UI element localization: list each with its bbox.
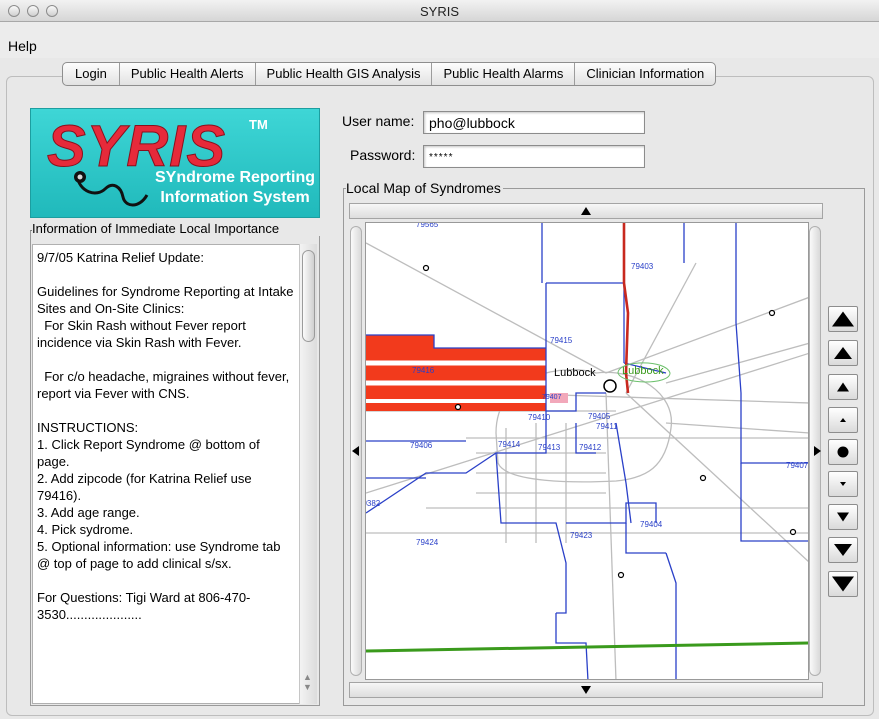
zoom-in-small-button[interactable] [828,407,858,433]
zoom-out-medium-button[interactable] [828,504,858,530]
city-label-black: Lubbock [554,367,596,379]
triangle-up-icon [834,347,852,359]
logo-tagline-2: Information System [160,189,310,206]
menu-help[interactable]: Help [8,38,37,54]
info-scrollbar[interactable]: ▲ ▼ [299,244,317,704]
zoom-in-medium-button[interactable] [828,374,858,400]
zoom-out-large-button[interactable] [828,537,858,563]
triangle-down-icon [834,544,852,556]
zip-label: 79410 [528,413,551,422]
zoom-out-max-button[interactable] [828,571,858,597]
zip-label: 79412 [579,443,602,452]
zoom-out-small-button[interactable] [828,471,858,497]
triangle-up-icon [832,311,854,327]
zip-label: 79407 [542,394,562,401]
window-title: SYRIS [419,4,459,19]
county-line [366,641,808,653]
username-label: User name: [342,113,415,129]
menubar: Help [0,22,879,58]
pan-north-bar[interactable] [349,203,823,219]
hot-area-79416[interactable] [366,335,568,411]
tab-gis-analysis[interactable]: Public Health GIS Analysis [256,63,433,85]
zip-label: 79424 [416,538,439,547]
map-group-legend: Local Map of Syndromes [346,180,503,196]
city-label-green: Lubbock [622,365,664,377]
dot-icon [837,446,849,458]
zip-label: 79403 [631,262,654,271]
pan-south-bar[interactable] [349,682,823,698]
username-input[interactable] [423,111,645,134]
zip-label: 79407 [786,461,809,470]
tab-public-health-alerts[interactable]: Public Health Alerts [120,63,256,85]
triangle-down-icon [832,576,854,592]
pan-left-icon[interactable] [352,446,359,456]
tab-clinician-information[interactable]: Clinician Information [575,63,715,85]
info-text-area[interactable]: 9/7/05 Katrina Relief Update: Guidelines… [32,244,300,704]
zoom-reset-button[interactable] [828,439,858,465]
map-canvas[interactable]: Lubbock Lubbock 79565 79403 79415 79416 … [366,223,809,680]
tab-public-health-alarms[interactable]: Public Health Alarms [432,63,576,85]
password-label: Password: [350,147,416,163]
zip-label: 79404 [640,520,663,529]
triangle-down-icon [837,512,849,522]
zip-label: 79406 [410,441,433,450]
road-network [366,242,808,679]
zoom-in-max-button[interactable] [828,306,858,332]
logo-trademark: TM [249,117,268,132]
zip-label: 79411 [596,422,618,431]
tab-login[interactable]: Login [63,63,120,85]
window-titlebar: SYRIS [0,0,879,22]
password-input[interactable] [423,145,645,168]
tab-bar: Login Public Health Alerts Public Health… [62,62,717,86]
pan-down-icon [581,686,591,694]
syris-logo: SYRIS TM SYndrome Reporting Information … [30,108,320,218]
zip-label: 79413 [538,443,561,452]
info-scroll-arrows[interactable]: ▲ ▼ [303,672,312,692]
zip-label: 79405 [588,412,611,421]
zip-label: 79414 [498,440,521,449]
triangle-up-icon [840,418,846,422]
zip-label: 79416 [412,366,435,375]
stethoscope-icon [74,171,149,207]
zip-label: 79382 [366,499,381,508]
info-group-legend: Information of Immediate Local Importanc… [32,221,320,236]
zip-label: 79565 [416,223,439,229]
triangle-down-icon [840,482,846,486]
info-scroll-thumb[interactable] [302,250,315,342]
syndrome-map[interactable]: Lubbock Lubbock 79565 79403 79415 79416 … [365,222,809,680]
zip-label: 79423 [570,531,593,540]
pan-up-icon [581,207,591,215]
logo-tagline-1: SYndrome Reporting [154,169,315,186]
zoom-in-large-button[interactable] [828,340,858,366]
zip-label: 79415 [550,336,573,345]
triangle-up-icon [837,382,849,392]
pan-right-icon[interactable] [814,446,821,456]
